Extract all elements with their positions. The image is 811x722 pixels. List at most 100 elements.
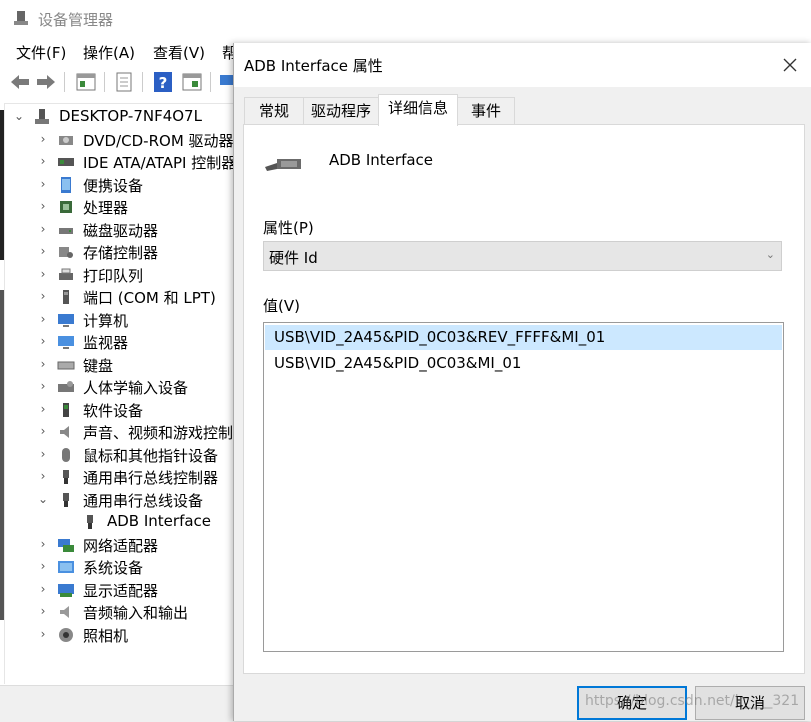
properties-dialog: ADB Interface 属性 常规 驱动程序 详细信息 事件 ADB Int… — [233, 43, 811, 721]
tree-item-label: 便携设备 — [83, 176, 144, 195]
chevron-right-icon[interactable]: › — [37, 357, 49, 371]
value-list[interactable]: USB\VID_2A45&PID_0C03&REV_FFFF&MI_01 USB… — [263, 322, 784, 652]
chevron-down-icon[interactable]: ⌄ — [13, 109, 25, 123]
tree-item[interactable]: › 端口 (COM 和 LPT) — [5, 286, 235, 308]
chevron-down-icon[interactable]: ⌄ — [37, 492, 49, 506]
chevron-down-icon: ⌄ — [765, 248, 775, 261]
properties-window-icon[interactable] — [74, 71, 98, 93]
chevron-right-icon[interactable]: › — [37, 559, 49, 573]
tree-item-label: 声音、视频和游戏控制器 — [83, 424, 235, 442]
chevron-right-icon[interactable]: › — [37, 379, 49, 393]
svg-text:?: ? — [159, 74, 168, 92]
tree-item[interactable]: › 磁盘驱动器 — [5, 219, 235, 241]
tree-root-label: DESKTOP-7NF4O7L — [59, 107, 202, 125]
chevron-right-icon[interactable]: › — [37, 289, 49, 303]
chevron-right-icon[interactable]: › — [37, 424, 49, 438]
value-item[interactable]: USB\VID_2A45&PID_0C03&MI_01 — [265, 351, 782, 376]
toolbar-separator — [64, 72, 65, 92]
tab-driver[interactable]: 驱动程序 — [303, 97, 379, 125]
tree-item[interactable]: › 打印队列 — [5, 264, 235, 286]
chevron-right-icon[interactable]: › — [37, 334, 49, 348]
network-adapter-icon — [58, 538, 74, 552]
details-panel: ADB Interface 属性(P) 硬件 Id ⌄ 值(V) USB\VID… — [243, 124, 805, 674]
tab-events[interactable]: 事件 — [457, 97, 515, 125]
chevron-right-icon[interactable]: › — [37, 537, 49, 551]
chevron-right-icon[interactable]: › — [37, 267, 49, 281]
back-arrow-icon[interactable] — [8, 71, 32, 93]
tree-item[interactable]: › 人体学输入设备 — [5, 376, 235, 398]
forward-arrow-icon[interactable] — [34, 71, 58, 93]
window-title: 设备管理器 — [38, 11, 114, 29]
tree-item-label: 网络适配器 — [83, 536, 159, 555]
watermark: https://blog.csdn.net/lr____321 — [585, 693, 800, 709]
help-icon[interactable]: ? — [151, 71, 175, 93]
property-selected-value: 硬件 Id — [269, 249, 318, 267]
tree-item-label: 端口 (COM 和 LPT) — [83, 289, 216, 307]
tree-item-label: 监视器 — [83, 334, 129, 352]
computer-icon — [58, 313, 74, 327]
chevron-right-icon[interactable]: › — [37, 244, 49, 258]
chevron-right-icon[interactable]: › — [37, 604, 49, 618]
document-icon[interactable] — [112, 71, 136, 93]
menu-view[interactable]: 查看(V) — [153, 42, 205, 63]
usb-plug-icon — [87, 515, 93, 529]
tree-item[interactable]: › 通用串行总线控制器 — [5, 466, 235, 488]
chevron-right-icon[interactable]: › — [37, 132, 49, 146]
chevron-right-icon[interactable]: › — [37, 177, 49, 191]
tree-item[interactable]: › 系统设备 — [5, 556, 235, 578]
chevron-right-icon[interactable]: › — [37, 199, 49, 213]
chevron-right-icon[interactable]: › — [37, 312, 49, 326]
tree-item[interactable]: › 计算机 — [5, 309, 235, 331]
tree-item[interactable]: › 声音、视频和游戏控制器 — [5, 421, 235, 443]
chevron-right-icon[interactable]: › — [37, 222, 49, 236]
tree-item[interactable]: › IDE ATA/ATAPI 控制器 — [5, 151, 235, 173]
close-icon[interactable] — [776, 51, 804, 79]
tree-item[interactable]: › 监视器 — [5, 331, 235, 353]
tree-item-label: 显示适配器 — [83, 581, 159, 600]
tree-item[interactable]: › 鼠标和其他指针设备 — [5, 444, 235, 466]
dialog-title: ADB Interface 属性 — [244, 57, 383, 75]
chevron-right-icon[interactable]: › — [37, 469, 49, 483]
chevron-right-icon[interactable]: › — [37, 447, 49, 461]
toolbar-separator — [104, 72, 105, 92]
chevron-right-icon[interactable]: › — [37, 402, 49, 416]
tree-item[interactable]: ADB Interface — [5, 511, 235, 533]
tree-item[interactable]: › 网络适配器 — [5, 534, 235, 556]
tab-details[interactable]: 详细信息 — [378, 94, 458, 126]
tree-item[interactable]: › 便携设备 — [5, 174, 235, 196]
tree-item[interactable]: › 软件设备 — [5, 399, 235, 421]
menu-file[interactable]: 文件(F) — [16, 42, 66, 63]
display-adapter-icon — [58, 583, 74, 597]
toolbar-separator — [210, 72, 211, 92]
scan-window-icon[interactable] — [180, 71, 204, 93]
tree-item[interactable]: › DVD/CD-ROM 驱动器 — [5, 129, 235, 151]
tree-item[interactable]: › 显示适配器 — [5, 579, 235, 601]
value-item[interactable]: USB\VID_2A45&PID_0C03&REV_FFFF&MI_01 — [265, 325, 782, 350]
tree-item-label: 音频输入和输出 — [83, 604, 189, 622]
menu-action[interactable]: 操作(A) — [83, 42, 135, 63]
property-dropdown[interactable]: 硬件 Id ⌄ — [263, 241, 782, 271]
audio-icon — [60, 606, 69, 618]
printer-icon — [59, 268, 73, 280]
chevron-right-icon[interactable]: › — [37, 154, 49, 168]
tree-item[interactable]: › 处理器 — [5, 196, 235, 218]
chevron-right-icon[interactable]: › — [37, 582, 49, 596]
storage-controller-icon — [59, 247, 73, 258]
dialog-titlebar: ADB Interface 属性 — [234, 43, 811, 87]
desktop-computer-icon — [35, 109, 49, 124]
tree-item[interactable]: › 存储控制器 — [5, 241, 235, 263]
disc-drive-icon — [59, 135, 73, 145]
tree-root[interactable]: ⌄ DESKTOP-7NF4O7L — [5, 106, 235, 128]
tab-general[interactable]: 常规 — [244, 97, 304, 125]
chevron-right-icon[interactable]: › — [37, 627, 49, 641]
keyboard-icon — [57, 361, 75, 369]
tree-item[interactable]: › 键盘 — [5, 354, 235, 376]
device-tree: ⌄ DESKTOP-7NF4O7L › DVD/CD-ROM 驱动器 › IDE AT… — [4, 103, 235, 684]
disk-drive-icon — [59, 227, 73, 234]
tree-item-label: ADB Interface — [107, 512, 212, 530]
tree-item-label: 计算机 — [83, 311, 129, 330]
tree-item[interactable]: › 照相机 — [5, 624, 235, 646]
tree-item[interactable]: › 音频输入和输出 — [5, 601, 235, 623]
tree-item-label: 存储控制器 — [83, 244, 159, 262]
tree-item[interactable]: ⌄ 通用串行总线设备 — [5, 489, 235, 511]
